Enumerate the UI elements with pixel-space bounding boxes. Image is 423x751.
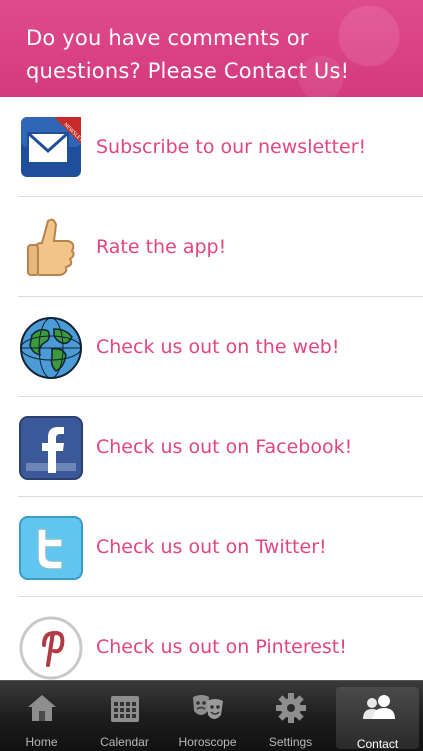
list-item-rate-app[interactable]: Rate the app! xyxy=(18,197,423,297)
facebook-icon xyxy=(19,416,83,480)
tab-label: Settings xyxy=(268,735,313,749)
theater-masks-icon xyxy=(192,695,223,719)
list-item-newsletter[interactable]: NEWSLETTER Subscribe to our newsletter! xyxy=(18,97,423,197)
tab-label: Contact xyxy=(356,737,399,751)
tab-label: Home xyxy=(25,735,58,749)
list-item-web[interactable]: Check us out on the web! xyxy=(18,297,423,397)
tab-bar: Home Calendar Horoscope Settings Contact xyxy=(0,680,423,751)
list-item-label: Subscribe to our newsletter! xyxy=(96,136,367,158)
tab-calendar[interactable]: Calendar xyxy=(83,681,166,751)
list-item-twitter[interactable]: Check us out on Twitter! xyxy=(18,497,423,597)
tab-horoscope[interactable]: Horoscope xyxy=(166,681,249,751)
tab-label: Calendar xyxy=(100,735,149,749)
globe-icon xyxy=(20,317,82,379)
page-header: Do you have comments or questions? Pleas… xyxy=(0,0,423,97)
tab-settings[interactable]: Settings xyxy=(249,681,332,751)
twitter-icon xyxy=(19,516,83,580)
home-icon xyxy=(27,695,56,721)
tab-home[interactable]: Home xyxy=(0,681,83,751)
list-item-label: Check us out on the web! xyxy=(96,336,340,358)
tab-contact[interactable]: Contact xyxy=(336,687,419,751)
contacts-icon xyxy=(362,695,395,719)
list-item-label: Check us out on Pinterest! xyxy=(96,636,347,658)
contact-list: NEWSLETTER Subscribe to our newsletter! … xyxy=(0,97,423,680)
list-item-pinterest[interactable]: Check us out on Pinterest! xyxy=(18,597,423,680)
calendar-icon xyxy=(110,696,139,722)
newsletter-icon: NEWSLETTER xyxy=(21,117,84,177)
list-item-label: Check us out on Twitter! xyxy=(96,536,327,558)
gear-icon xyxy=(275,693,306,723)
list-item-facebook[interactable]: Check us out on Facebook! xyxy=(18,397,423,497)
thumbs-up-icon xyxy=(27,218,75,276)
list-item-label: Check us out on Facebook! xyxy=(96,436,353,458)
pinterest-icon xyxy=(19,616,83,680)
list-item-label: Rate the app! xyxy=(96,236,227,258)
tab-label: Horoscope xyxy=(178,735,237,749)
page-title: Do you have comments or questions? Pleas… xyxy=(26,26,350,83)
